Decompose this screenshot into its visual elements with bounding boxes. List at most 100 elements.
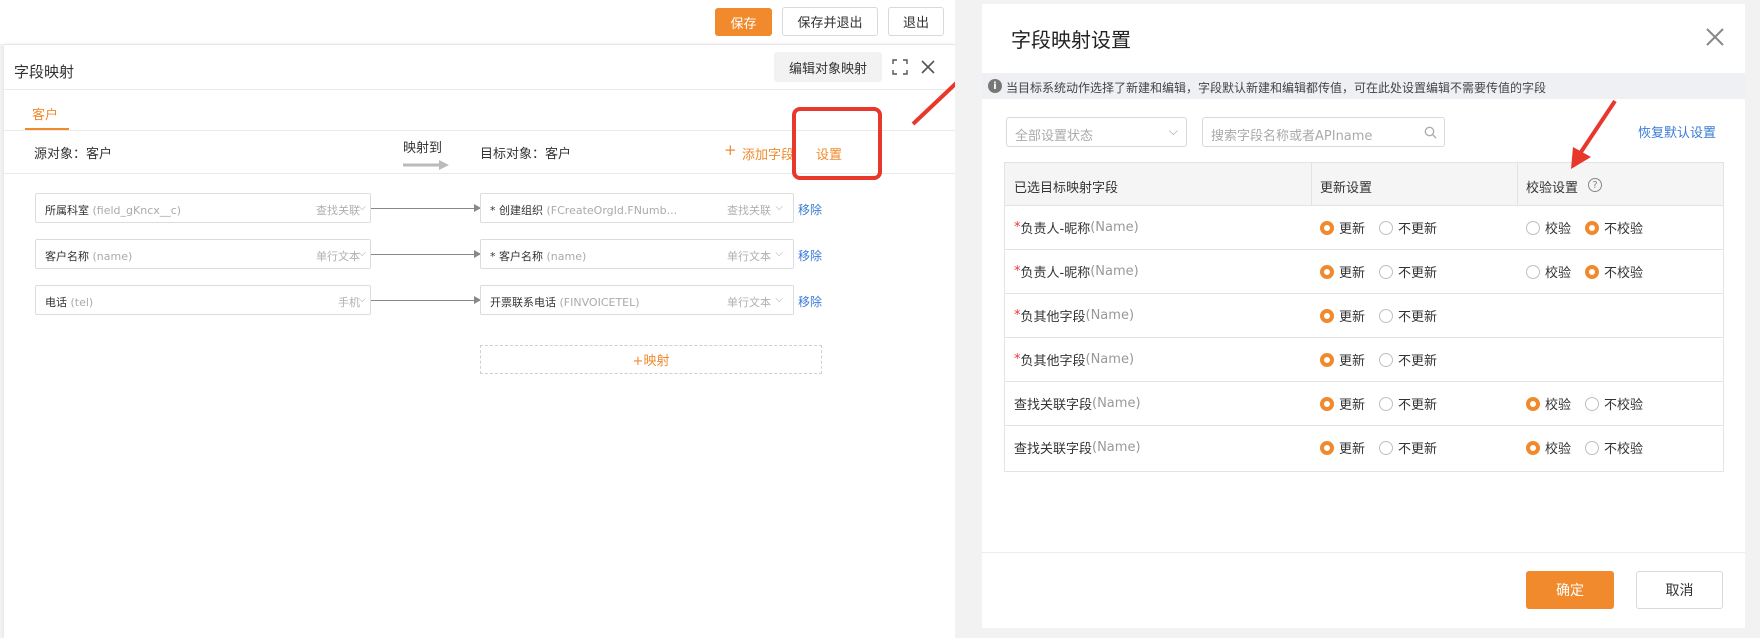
column-header-update: 更新设置: [1320, 181, 1373, 196]
source-field-label: 所属科室: [45, 204, 89, 217]
no-update-radio[interactable]: [1379, 352, 1394, 367]
add-mapping-label: +映射: [632, 354, 670, 369]
target-field-type: 单行文本: [727, 250, 771, 263]
verify-radio[interactable]: [1526, 440, 1540, 455]
edit-object-mapping-button[interactable]: 编辑对象映射: [774, 52, 882, 82]
no-verify-radio-label: 不校验: [1604, 442, 1644, 457]
chevron-down-icon: ⌵: [1168, 124, 1178, 138]
update-setting-cell: 更新 不更新: [1320, 426, 1451, 469]
field-api: (Name): [1092, 440, 1141, 455]
target-field-api: (name): [546, 250, 587, 263]
no-update-radio-label: 不更新: [1398, 354, 1438, 369]
no-verify-radio[interactable]: [1585, 440, 1600, 455]
field-name-cell: 查找关联字段 (Name): [1014, 426, 1141, 469]
annotation-arrow-icon: [1571, 99, 1617, 169]
field-name: 负其他字段: [1020, 354, 1086, 369]
chevron-down-icon: ⌵: [775, 202, 783, 213]
update-setting-cell: 更新 不更新: [1320, 206, 1451, 249]
no-verify-radio[interactable]: [1585, 264, 1600, 279]
target-field-label: * 创建组织: [490, 204, 543, 217]
no-update-radio[interactable]: [1379, 220, 1394, 235]
column-divider: [1517, 163, 1518, 206]
mapping-connector-arrow: [371, 250, 481, 258]
no-verify-radio-label: 不校验: [1604, 266, 1644, 281]
update-radio[interactable]: [1320, 352, 1334, 367]
field-name: 负责人-昵称: [1020, 222, 1091, 237]
panel-gap: [955, 0, 982, 638]
update-radio[interactable]: [1320, 264, 1334, 279]
search-input[interactable]: 搜索字段名称或者APIname: [1202, 117, 1445, 147]
add-mapping-button[interactable]: +映射: [480, 345, 822, 374]
panel-gap-bottom: [982, 628, 1745, 638]
remove-link[interactable]: 移除: [798, 247, 822, 264]
remove-link[interactable]: 移除: [798, 293, 822, 310]
add-field-link[interactable]: 添加字段: [742, 144, 794, 163]
tab-customer[interactable]: 客户: [32, 104, 58, 123]
update-radio[interactable]: [1320, 440, 1334, 455]
search-icon: [1424, 126, 1437, 139]
no-update-radio[interactable]: [1379, 440, 1394, 455]
verify-setting-cell: 校验 不校验: [1526, 382, 1657, 425]
source-field-label: 客户名称: [45, 250, 89, 263]
save-button[interactable]: 保存: [715, 8, 772, 36]
add-field-plus-icon: +: [724, 141, 737, 159]
status-filter-select[interactable]: 全部设置状态 ⌵: [1006, 117, 1187, 147]
field-name-cell: * 负责人-昵称 (Name): [1014, 206, 1139, 249]
target-field-3[interactable]: 开票联系电话 (FINVOICETEL) 单行文本 ⌵: [480, 285, 794, 315]
verify-setting-cell: 校验 不校验: [1526, 250, 1657, 293]
verify-radio[interactable]: [1526, 396, 1540, 411]
save-exit-button[interactable]: 保存并退出: [782, 7, 878, 36]
remove-link[interactable]: 移除: [798, 201, 822, 218]
exit-button[interactable]: 退出: [888, 7, 944, 36]
update-radio-label: 更新: [1339, 354, 1366, 369]
mapping-connector-arrow: [371, 204, 481, 212]
verify-setting-cell: 校验 不校验: [1526, 426, 1657, 469]
no-update-radio[interactable]: [1379, 264, 1394, 279]
restore-default-link[interactable]: 恢复默认设置: [1638, 122, 1716, 141]
target-field-2[interactable]: * 客户名称 (name) 单行文本 ⌵: [480, 239, 794, 269]
update-radio[interactable]: [1320, 220, 1334, 235]
no-verify-radio-label: 不校验: [1604, 222, 1644, 237]
field-mapping-settings-dialog: 字段映射设置 i 当目标系统动作选择了新建和编辑，字段默认新建和编辑都传值，可在…: [982, 4, 1745, 628]
no-verify-radio[interactable]: [1585, 396, 1600, 411]
target-field-1[interactable]: * 创建组织 (FCreateOrgId.FNumb... 查找关联 ⌵: [480, 193, 794, 223]
table-row: 查找关联字段 (Name) 更新 不更新 校验 不校验: [1005, 426, 1723, 470]
source-field-label: 电话: [45, 296, 67, 309]
update-setting-cell: 更新 不更新: [1320, 382, 1451, 425]
column-header-field: 已选目标映射字段: [1014, 181, 1119, 196]
source-field-2[interactable]: 客户名称 (name) 单行文本 ⌵: [35, 239, 371, 269]
cancel-button[interactable]: 取消: [1636, 571, 1723, 609]
update-radio-label: 更新: [1339, 398, 1366, 413]
update-radio[interactable]: [1320, 308, 1334, 323]
field-api: (Name): [1090, 220, 1139, 235]
close-icon[interactable]: [1704, 26, 1726, 48]
target-field-api: (FINVOICETEL): [559, 296, 640, 309]
source-field-3[interactable]: 电话 (tel) 手机 ⌵: [35, 285, 371, 315]
help-icon[interactable]: ?: [1588, 178, 1602, 192]
target-field-label: 开票联系电话: [490, 296, 556, 309]
info-text: 当目标系统动作选择了新建和编辑，字段默认新建和编辑都传值，可在此处设置编辑不需要…: [1006, 81, 1547, 95]
source-field-api: (name): [92, 250, 133, 263]
dialog-title: 字段映射: [14, 63, 75, 81]
no-update-radio-label: 不更新: [1398, 310, 1438, 325]
no-verify-radio[interactable]: [1585, 220, 1600, 235]
verify-radio[interactable]: [1526, 220, 1540, 235]
header-divider: [4, 89, 955, 90]
source-field-type: 查找关联: [316, 204, 360, 217]
no-update-radio[interactable]: [1379, 396, 1394, 411]
source-field-1[interactable]: 所属科室 (field_gKncx__c) 查找关联 ⌵: [35, 193, 371, 223]
mapped-to-arrow-icon: [403, 155, 449, 170]
verify-radio[interactable]: [1526, 264, 1540, 279]
column-header-verify: 校验设置: [1526, 181, 1579, 196]
chevron-down-icon: ⌵: [775, 248, 783, 259]
update-radio[interactable]: [1320, 396, 1334, 411]
settings-dialog-title: 字段映射设置: [1011, 28, 1131, 52]
chevron-down-icon: ⌵: [358, 202, 366, 213]
search-placeholder: 搜索字段名称或者APIname: [1211, 129, 1373, 144]
no-update-radio-label: 不更新: [1398, 398, 1438, 413]
no-update-radio[interactable]: [1379, 308, 1394, 323]
update-radio-label: 更新: [1339, 310, 1366, 325]
confirm-button[interactable]: 确定: [1526, 571, 1614, 609]
field-name: 查找关联字段: [1014, 442, 1093, 457]
field-name-cell: 查找关联字段 (Name): [1014, 382, 1141, 425]
